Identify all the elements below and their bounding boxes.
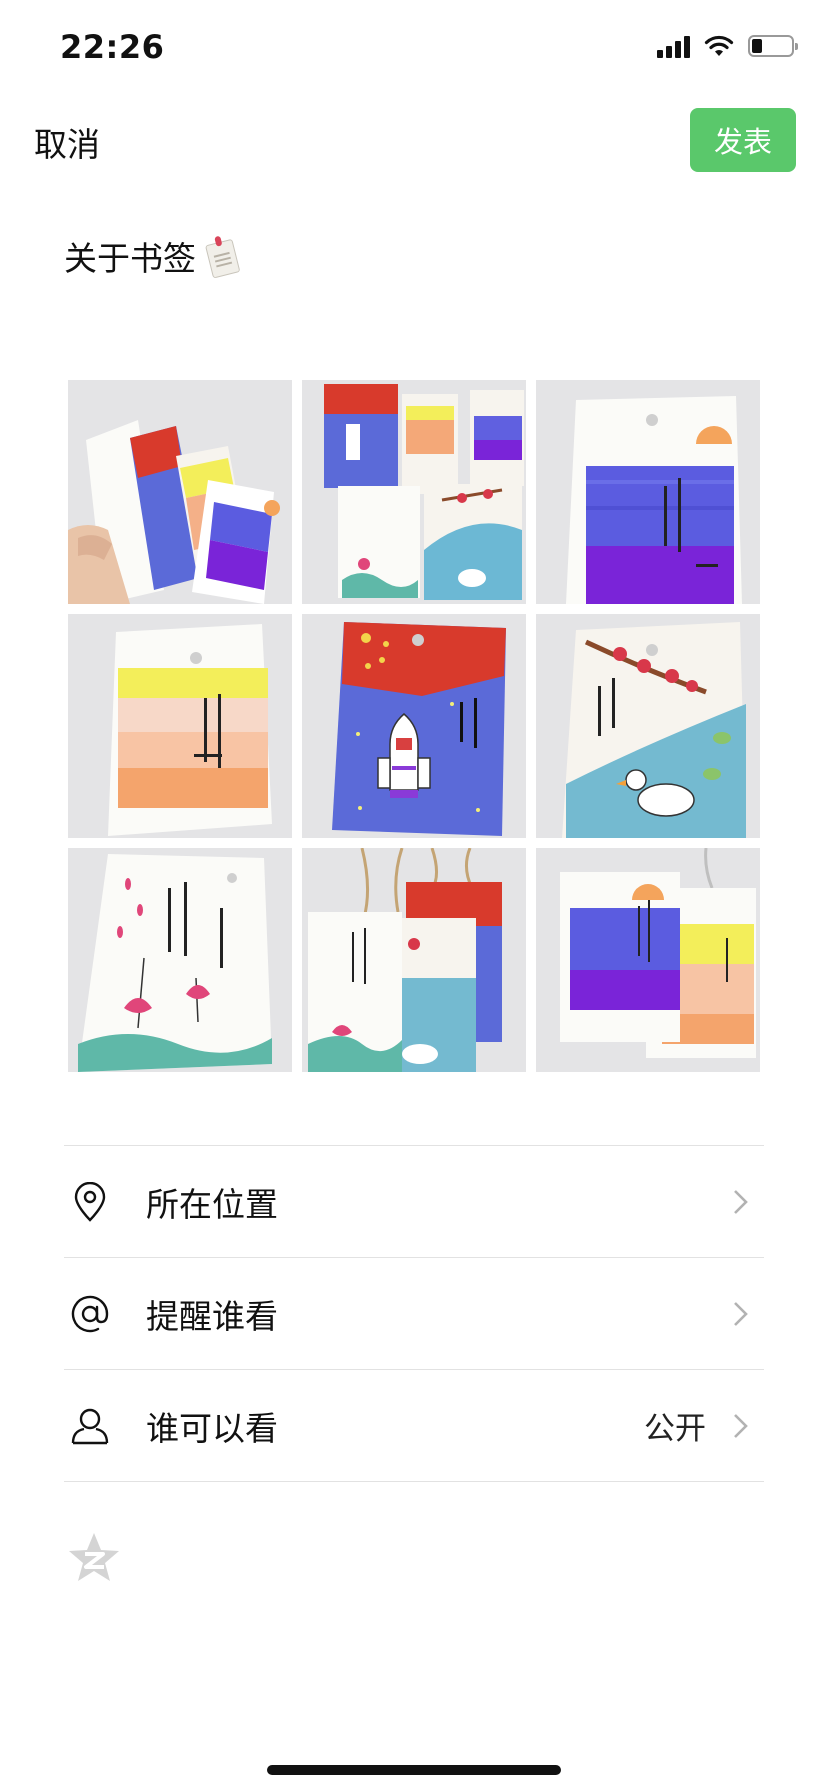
battery-icon: [748, 35, 798, 57]
visibility-value: 公开: [644, 1411, 706, 1447]
mention-label: 提醒谁看: [146, 1296, 278, 1336]
photo-6[interactable]: [536, 614, 760, 838]
location-pin-icon: [68, 1180, 112, 1224]
status-bar: 22:26: [0, 0, 828, 100]
bookmark-icon: [198, 232, 245, 280]
chevron-right-icon: [734, 1189, 748, 1214]
publish-button[interactable]: 发表: [690, 108, 796, 172]
home-indicator: [267, 1765, 561, 1775]
visibility-label: 谁可以看: [146, 1408, 278, 1448]
wifi-icon: [704, 35, 734, 56]
signal-icon: [657, 34, 690, 58]
photo-grid: [68, 380, 760, 1072]
battery-level: [752, 39, 762, 53]
photo-7[interactable]: [68, 848, 292, 1072]
photo-3[interactable]: [536, 380, 760, 604]
location-label: 所在位置: [146, 1184, 278, 1224]
at-icon: [68, 1292, 112, 1336]
chevron-right-icon: [734, 1413, 748, 1438]
cancel-button[interactable]: 取消: [34, 118, 100, 166]
post-options: 所在位置 提醒谁看 谁可以看 公开: [64, 1145, 764, 1482]
header: 取消 发表: [0, 100, 828, 180]
location-row[interactable]: 所在位置: [64, 1146, 764, 1258]
photo-4[interactable]: [68, 614, 292, 838]
person-icon: [68, 1404, 112, 1448]
post-text: 关于书签: [64, 239, 196, 278]
photo-8[interactable]: [302, 848, 526, 1072]
photo-5[interactable]: [302, 614, 526, 838]
photo-1[interactable]: [68, 380, 292, 604]
post-text-field[interactable]: 关于书签: [64, 232, 241, 280]
status-icons: [657, 34, 798, 58]
status-time: 22:26: [60, 28, 165, 66]
qzone-star-icon[interactable]: [66, 1530, 122, 1586]
chevron-right-icon: [734, 1301, 748, 1326]
photo-9[interactable]: [536, 848, 760, 1072]
photo-2[interactable]: [302, 380, 526, 604]
mention-row[interactable]: 提醒谁看: [64, 1258, 764, 1370]
visibility-row[interactable]: 谁可以看 公开: [64, 1370, 764, 1482]
